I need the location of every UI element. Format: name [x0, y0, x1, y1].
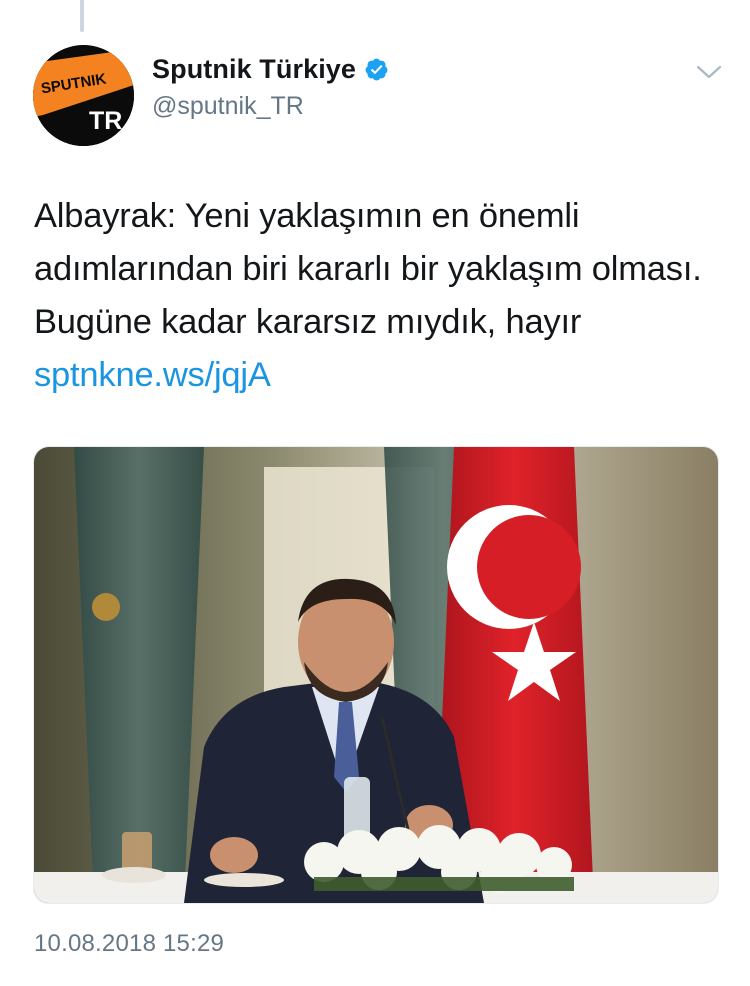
thread-connector-line [80, 0, 84, 32]
photo-icon [34, 447, 718, 903]
author-name-row[interactable]: Sputnik Türkiye [152, 54, 389, 85]
sputnik-logo: SPUTNIK TR [33, 45, 134, 146]
chevron-down-icon [696, 65, 722, 79]
tweet-body: Albayrak: Yeni yaklaşımın en önemli adım… [34, 197, 702, 341]
more-options-button[interactable] [694, 60, 724, 84]
verified-badge-icon [364, 57, 389, 82]
author-display-name[interactable]: Sputnik Türkiye [152, 54, 356, 85]
author-handle[interactable]: @sputnik_TR [152, 92, 304, 121]
tweet-link[interactable]: sptnkne.ws/jqjA [34, 356, 271, 394]
tweet-text: Albayrak: Yeni yaklaşımın en önemli adım… [34, 190, 724, 402]
tweet-photo[interactable] [33, 446, 719, 904]
avatar-region-text: TR [89, 107, 122, 135]
avatar[interactable]: SPUTNIK TR [33, 45, 134, 146]
tweet-timestamp[interactable]: 10.08.2018 15:29 [34, 930, 224, 958]
